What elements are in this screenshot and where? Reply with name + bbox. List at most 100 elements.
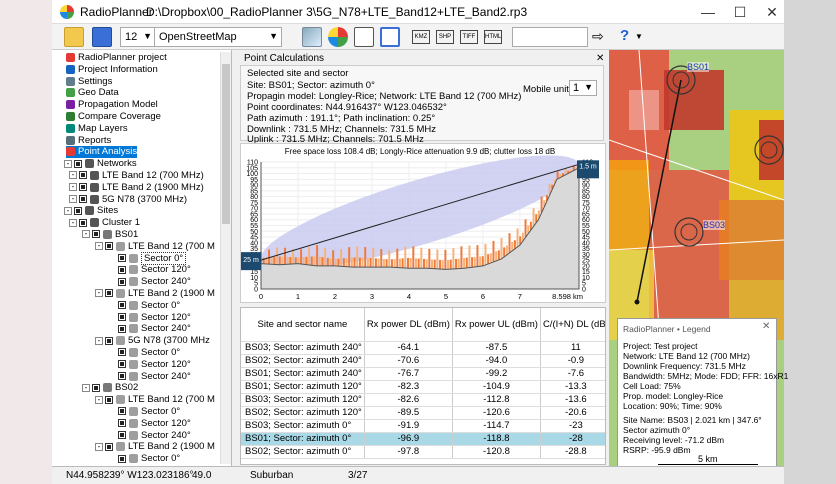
checkbox-icon[interactable]	[118, 454, 126, 463]
expand-icon[interactable]: -	[95, 242, 103, 251]
tree-item[interactable]: - 5G N78 (3700 MHz	[95, 335, 210, 347]
table-row[interactable]: BS02; Sector: azimuth 240° -70.6 -94.0 -0.9…	[241, 354, 605, 368]
tree-item[interactable]: - LTE Band 2 (1900 M	[95, 288, 215, 300]
column-header[interactable]: C/(I+N) DL (dB)	[540, 308, 605, 342]
tree-item[interactable]: Point Analysis	[66, 146, 138, 159]
tree-item[interactable]: Sector 120°	[108, 312, 191, 324]
table-row[interactable]: BS03; Sector: azimuth 0°-91.9-114.7-23-2…	[241, 419, 605, 433]
checkbox-icon[interactable]	[105, 442, 113, 451]
expand-icon[interactable]: -	[69, 218, 77, 227]
basemap-select[interactable]: OpenStreetMap ▼	[154, 27, 282, 47]
checkbox-icon[interactable]	[118, 348, 126, 357]
site-label-bs03[interactable]: BS03	[703, 220, 726, 230]
checkbox-icon[interactable]	[79, 171, 87, 180]
close-button[interactable]: ✕	[756, 2, 788, 22]
expand-icon[interactable]: -	[82, 230, 90, 239]
column-header[interactable]: Rx power UL (dBm)	[452, 308, 541, 342]
tree-item[interactable]: Sector 120°	[108, 418, 191, 430]
tree-item[interactable]: - Networks	[64, 158, 137, 170]
tree-item[interactable]: Geo Data	[66, 87, 119, 99]
tree-item[interactable]: - LTE Band 12 (700 M	[95, 394, 215, 406]
checkbox-icon[interactable]	[118, 372, 126, 381]
tree-item[interactable]: - BS01	[82, 229, 138, 241]
zoom-select[interactable]: 12 ▼	[120, 27, 156, 47]
tree-scrollbar[interactable]	[220, 52, 231, 464]
tree-item[interactable]: Sector 240°	[108, 323, 191, 335]
site-label-bs01[interactable]: BS01	[687, 62, 710, 72]
tree-item[interactable]: Map Layers	[66, 123, 128, 135]
checkbox-icon[interactable]	[105, 395, 113, 404]
tree-item[interactable]: Sector 120°	[108, 359, 191, 371]
checkbox-icon[interactable]	[92, 383, 100, 392]
mobile-unit-select[interactable]: 1 ▼	[569, 80, 597, 96]
checkbox-icon[interactable]	[79, 218, 87, 227]
search-input[interactable]	[512, 27, 588, 47]
export-html-icon[interactable]: HTML	[484, 30, 502, 44]
table-row[interactable]: BS02; Sector: azimuth 120° -89.5 -120.6 -20…	[241, 406, 605, 420]
tree-item[interactable]: - LTE Band 2 (1900 MHz)	[69, 182, 204, 194]
save-icon[interactable]	[92, 27, 112, 47]
tree-item[interactable]: - 5G N78 (3700 MHz)	[69, 194, 187, 206]
tree-item[interactable]: Sector 240°	[108, 276, 191, 288]
legend-close-icon[interactable]: ✕	[762, 322, 770, 332]
open-folder-icon[interactable]	[64, 27, 84, 47]
chevron-down-icon[interactable]: ▼	[635, 32, 643, 41]
checkbox-icon[interactable]	[118, 360, 126, 369]
column-header[interactable]: Site and sector name	[241, 308, 365, 342]
checkbox-icon[interactable]	[118, 431, 126, 440]
tree-item[interactable]: Sector 120°	[108, 264, 191, 276]
export-tiff-icon[interactable]: TIFF	[460, 30, 478, 44]
tree-item[interactable]: Project Information	[66, 64, 158, 76]
checkbox-icon[interactable]	[118, 301, 126, 310]
expand-icon[interactable]: -	[82, 383, 90, 392]
checkbox-icon[interactable]	[118, 407, 126, 416]
expand-icon[interactable]: -	[95, 442, 103, 451]
checkbox-icon[interactable]	[118, 324, 126, 333]
tree-item[interactable]: Sector 0°	[108, 453, 180, 465]
checkbox-icon[interactable]	[118, 277, 126, 286]
checkbox-icon[interactable]	[79, 183, 87, 192]
minimize-button[interactable]: —	[692, 2, 724, 22]
checkbox-icon[interactable]	[118, 254, 126, 263]
scrollbar-thumb[interactable]	[222, 64, 230, 224]
checkbox-icon[interactable]	[74, 159, 82, 168]
table-row[interactable]: BS01; Sector: azimuth 240° -76.7 -99.2 -7.6…	[241, 367, 605, 381]
tree-item[interactable]: - Sites	[64, 205, 118, 217]
checkbox-icon[interactable]	[74, 206, 82, 215]
tree-item[interactable]: Compare Coverage	[66, 111, 161, 123]
tree-item[interactable]: Sector 0°	[108, 347, 180, 359]
tree-item[interactable]: Sector 240°	[108, 430, 191, 442]
checkbox-icon[interactable]	[118, 265, 126, 274]
tree-item[interactable]: Sector 0°	[108, 300, 180, 312]
checkbox-icon[interactable]	[118, 313, 126, 322]
ruler-icon[interactable]	[302, 27, 322, 47]
go-arrow-icon[interactable]: ⇨	[592, 28, 604, 45]
tree-item[interactable]: - LTE Band 12 (700 MHz)	[69, 170, 204, 182]
checkbox-icon[interactable]	[92, 230, 100, 239]
table-row[interactable]: BS03; Sector: azimuth 120° -82.6 -112.8 -13…	[241, 393, 605, 407]
tree-item[interactable]: Sector 0°	[108, 406, 180, 418]
maximize-button[interactable]: ☐	[724, 2, 756, 22]
checkbox-icon[interactable]	[105, 336, 113, 345]
expand-icon[interactable]: -	[95, 289, 103, 298]
list-view-icon[interactable]	[380, 27, 400, 47]
checkbox-icon[interactable]	[118, 419, 126, 428]
checkbox-icon[interactable]	[105, 289, 113, 298]
checkbox-icon[interactable]	[79, 195, 87, 204]
table-row[interactable]: BS01; Sector: azimuth 120° -82.3 -104.9 -13…	[241, 380, 605, 394]
tree-item[interactable]: Sector 0°	[108, 251, 187, 265]
tree-item[interactable]: - Cluster 1	[69, 217, 140, 229]
tree-item[interactable]: - LTE Band 12 (700 M	[95, 241, 215, 253]
help-icon[interactable]: ?	[620, 27, 629, 44]
column-header[interactable]: Rx power DL (dBm)	[364, 308, 453, 342]
tree-item[interactable]: Reports	[66, 135, 111, 147]
tree-item[interactable]: RadioPlanner project	[66, 52, 167, 64]
expand-icon[interactable]: -	[95, 336, 103, 345]
expand-icon[interactable]: -	[64, 206, 72, 215]
tree-item[interactable]: Settings	[66, 76, 112, 88]
table-row[interactable]: BS02; Sector: azimuth 0° -97.8 -120.8 -28.8…	[241, 445, 605, 459]
close-panel-icon[interactable]: ✕	[596, 53, 604, 64]
expand-icon[interactable]: -	[69, 183, 77, 192]
checkbox-icon[interactable]	[105, 242, 113, 251]
export-shp-icon[interactable]: SHP	[436, 30, 454, 44]
